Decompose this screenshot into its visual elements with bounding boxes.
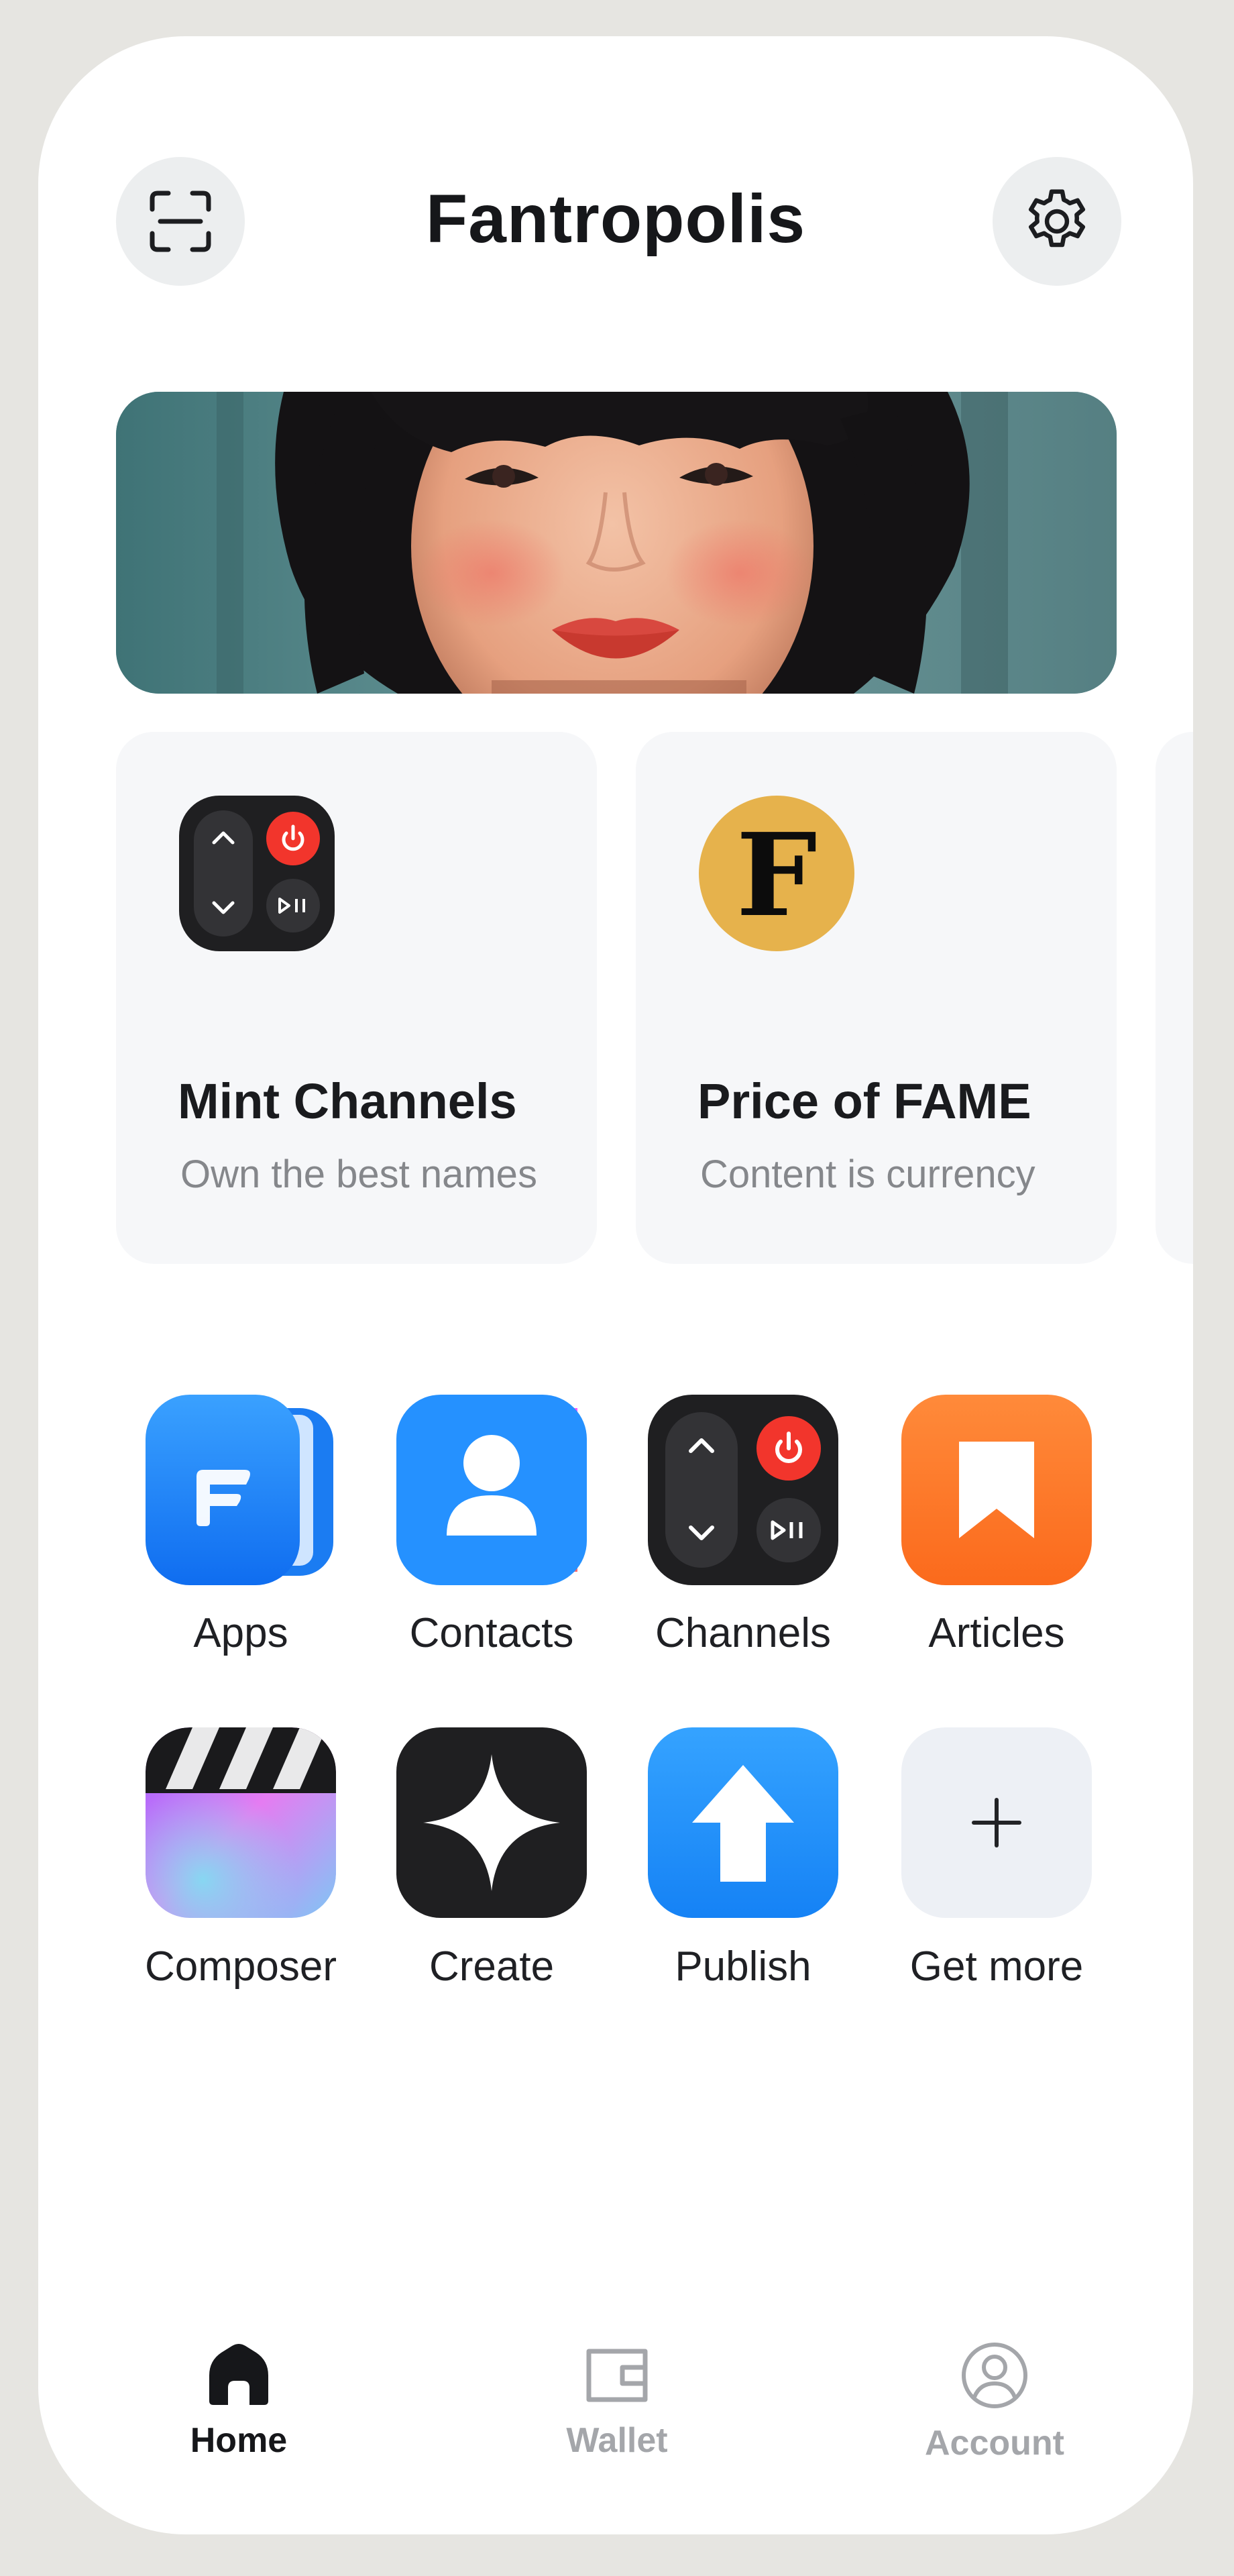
remote-control-icon bbox=[179, 796, 335, 951]
apps-book-icon bbox=[146, 1395, 333, 1585]
app-label: Contacts bbox=[409, 1610, 574, 1656]
app-create[interactable] bbox=[396, 1727, 587, 1918]
contacts-icon bbox=[396, 1395, 587, 1585]
app-label: Apps bbox=[193, 1610, 288, 1656]
home-icon bbox=[205, 2341, 272, 2411]
tab-home[interactable]: Home bbox=[128, 2341, 349, 2461]
app-contacts[interactable] bbox=[396, 1395, 587, 1585]
hero-banner[interactable] bbox=[116, 392, 1117, 694]
tab-label: Wallet bbox=[566, 2421, 668, 2460]
app-channels[interactable] bbox=[648, 1395, 838, 1585]
tab-label: Home bbox=[190, 2421, 288, 2460]
plus-icon bbox=[972, 1798, 1021, 1847]
remote-control-icon bbox=[665, 1412, 821, 1568]
card-mint-channels[interactable]: Mint Channels Own the best names bbox=[116, 732, 597, 1264]
bookmark-icon bbox=[959, 1442, 1034, 1538]
app-label: Articles bbox=[928, 1610, 1065, 1656]
tab-account[interactable]: Account bbox=[884, 2341, 1105, 2463]
card-peek[interactable] bbox=[1156, 732, 1193, 1264]
gear-icon bbox=[1019, 184, 1095, 259]
tab-wallet[interactable]: Wallet bbox=[506, 2341, 728, 2461]
app-label: Create bbox=[429, 1943, 555, 1990]
app-label: Get more bbox=[909, 1943, 1084, 1990]
account-icon bbox=[960, 2341, 1029, 2414]
app-publish[interactable] bbox=[648, 1727, 838, 1918]
card-title: Price of FAME bbox=[697, 1073, 1031, 1129]
app-articles[interactable] bbox=[901, 1395, 1092, 1585]
settings-button[interactable] bbox=[993, 157, 1121, 286]
tab-label: Account bbox=[925, 2424, 1064, 2463]
portrait-photo bbox=[116, 392, 1117, 694]
app-get-more[interactable] bbox=[901, 1727, 1092, 1918]
app-composer[interactable] bbox=[146, 1727, 336, 1918]
app-label: Publish bbox=[675, 1943, 811, 1990]
coin-letter: F bbox=[736, 808, 818, 943]
phone-screen: Fantropolis Mint Channels Own the best n… bbox=[38, 36, 1193, 2534]
app-label: Channels bbox=[655, 1610, 831, 1656]
wallet-icon bbox=[583, 2341, 651, 2411]
app-label: Composer bbox=[145, 1943, 337, 1990]
card-subtitle: Content is currency bbox=[700, 1152, 1035, 1196]
card-subtitle: Own the best names bbox=[180, 1152, 537, 1196]
card-price-of-fame[interactable]: F Price of FAME Content is currency bbox=[636, 732, 1117, 1264]
app-apps[interactable] bbox=[146, 1395, 336, 1585]
clapperboard-icon bbox=[146, 1727, 336, 1918]
upload-arrow-icon bbox=[692, 1765, 794, 1882]
card-title: Mint Channels bbox=[178, 1073, 517, 1129]
sparkle-icon bbox=[423, 1754, 560, 1891]
fame-coin-icon: F bbox=[699, 796, 854, 951]
